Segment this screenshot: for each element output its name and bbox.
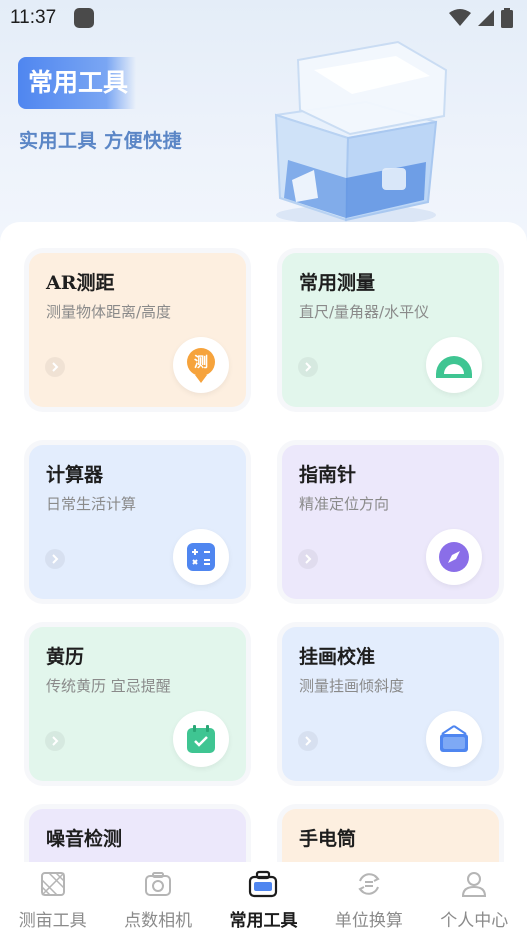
card-title: 常用测量 [299,272,376,294]
card-subtitle: 测量挂画倾斜度 [299,677,405,695]
card-title: 挂画校准 [299,646,376,668]
toolbox-illustration [274,40,448,225]
battery-icon [501,8,513,28]
card-title: 噪音检测 [46,828,123,850]
nav-label: 单位换算 [334,911,403,931]
nav-item-common-tools[interactable]: 常用工具 [213,868,313,931]
person-icon [458,868,490,900]
chevron-right-icon [45,357,65,377]
camera-icon [142,868,174,900]
hero-banner: 11:37 常用工具 实用工具 方便快捷 [0,0,527,260]
page-title: 常用工具 [18,57,136,109]
tool-card-picture-level[interactable]: 挂画校准 测量挂画倾斜度 [282,627,499,781]
status-time: 11:37 [10,7,57,28]
tool-card-almanac[interactable]: 黄历 传统黄历 宜忌提醒 [29,627,246,781]
toolbox-icon [247,868,279,900]
card-title: 手电筒 [299,828,357,850]
wifi-icon [449,9,471,26]
card-subtitle: 日常生活计算 [46,495,137,513]
chevron-right-icon [45,731,65,751]
card-title: 黄历 [46,646,85,668]
field-measure-icon [37,868,69,900]
tools-panel: AR测距 测量物体距离/高度 测 常用测量 直尺/量角器/水平仪 计算器 日常生… [0,222,527,862]
nav-label: 常用工具 [229,911,298,931]
chevron-right-icon [45,549,65,569]
nav-label: 测亩工具 [18,911,87,931]
card-subtitle: 测量物体距离/高度 [46,303,172,321]
nav-item-unit-convert[interactable]: 单位换算 [319,868,419,931]
tool-card-flashlight[interactable]: 手电筒 [282,809,499,862]
nav-label: 个人中心 [440,911,509,931]
app-notification-icon [74,8,95,28]
chevron-right-icon [298,731,318,751]
bottom-nav: 测亩工具 点数相机 常用工具 单位换算 个人中心 [0,862,527,938]
hanging-picture-icon [426,711,482,767]
card-title: 指南针 [299,464,357,486]
status-indicators [449,8,513,28]
nav-label: 点数相机 [124,911,193,931]
calculator-icon [173,529,229,585]
nav-item-profile[interactable]: 个人中心 [424,868,524,931]
tool-card-ar-measure[interactable]: AR测距 测量物体距离/高度 测 [29,253,246,407]
tool-card-calculator[interactable]: 计算器 日常生活计算 [29,445,246,599]
convert-icon [353,868,385,900]
chevron-right-icon [298,549,318,569]
tool-card-noise[interactable]: 噪音检测 [29,809,246,862]
signal-icon [478,10,494,26]
nav-item-field-measure[interactable]: 测亩工具 [3,868,103,931]
compass-icon [426,529,482,585]
ar-measure-icon: 测 [173,337,229,393]
card-subtitle: 直尺/量角器/水平仪 [299,303,430,321]
page-subtitle: 实用工具 方便快捷 [19,130,183,152]
card-subtitle: 传统黄历 宜忌提醒 [46,677,171,695]
protractor-icon [426,337,482,393]
card-title: 计算器 [46,464,104,486]
card-title: AR测距 [46,272,115,294]
tool-card-compass[interactable]: 指南针 精准定位方向 [282,445,499,599]
ar-icon-char: 测 [194,354,208,371]
card-subtitle: 精准定位方向 [299,495,390,513]
chevron-right-icon [298,357,318,377]
nav-item-count-camera[interactable]: 点数相机 [108,868,208,931]
calendar-icon [173,711,229,767]
tool-card-common-measure[interactable]: 常用测量 直尺/量角器/水平仪 [282,253,499,407]
